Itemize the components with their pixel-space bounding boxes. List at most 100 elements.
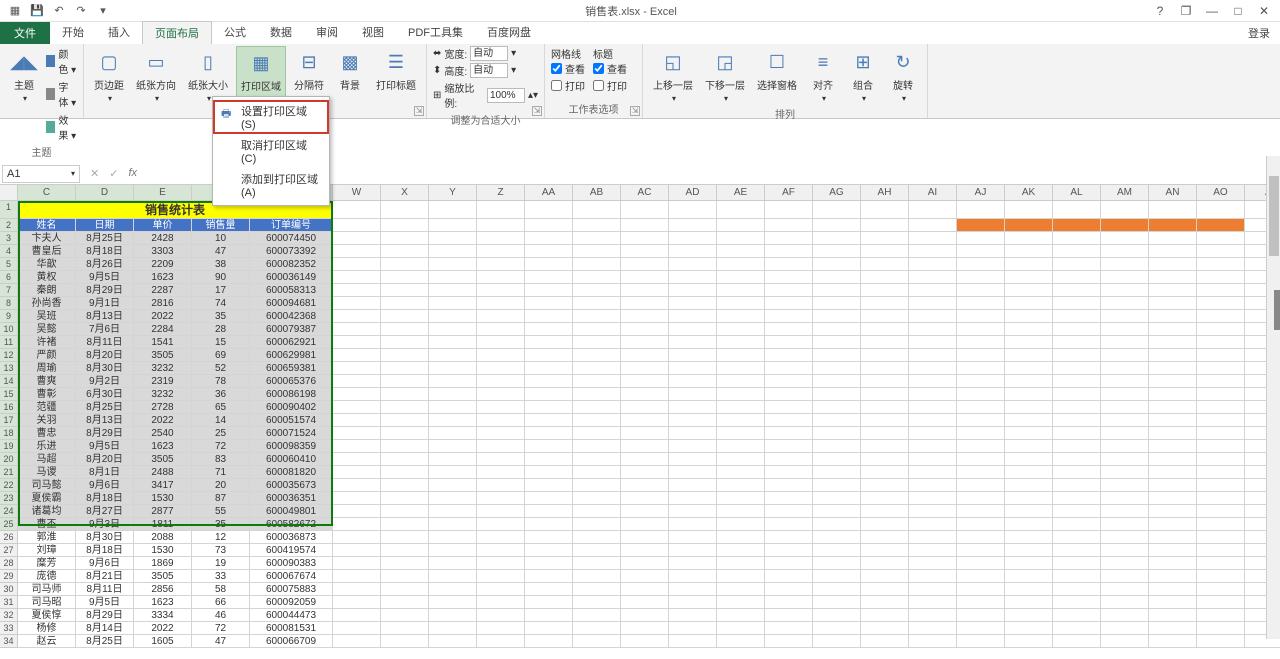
cell[interactable]	[1197, 271, 1245, 284]
cell[interactable]: 8月25日	[76, 232, 134, 245]
cell[interactable]	[573, 635, 621, 648]
cell[interactable]	[1149, 453, 1197, 466]
cell[interactable]	[1053, 635, 1101, 648]
cell[interactable]	[381, 531, 429, 544]
cell[interactable]	[525, 466, 573, 479]
col-AO[interactable]: AO	[1197, 185, 1245, 200]
cell[interactable]	[381, 622, 429, 635]
cell[interactable]	[477, 427, 525, 440]
cell[interactable]	[813, 518, 861, 531]
cell[interactable]	[525, 297, 573, 310]
background-button[interactable]: ▩背景	[332, 46, 368, 94]
cell[interactable]: 关羽	[18, 414, 76, 427]
cell[interactable]: 72	[192, 622, 250, 635]
cell[interactable]	[1005, 375, 1053, 388]
cell[interactable]	[909, 635, 957, 648]
cell[interactable]	[957, 201, 1005, 219]
cell[interactable]	[381, 505, 429, 518]
cell[interactable]	[669, 570, 717, 583]
cell[interactable]	[333, 518, 381, 531]
cell[interactable]	[477, 583, 525, 596]
cell[interactable]	[1005, 531, 1053, 544]
cell[interactable]: 9月5日	[76, 596, 134, 609]
cell[interactable]	[525, 414, 573, 427]
cell[interactable]	[813, 557, 861, 570]
theme-color-button[interactable]: 颜色 ▾	[46, 46, 77, 76]
cell[interactable]	[525, 201, 573, 219]
cell[interactable]: 曹彰	[18, 388, 76, 401]
height-select[interactable]: 自动	[470, 63, 508, 78]
cell[interactable]	[333, 284, 381, 297]
cell[interactable]	[861, 323, 909, 336]
cell[interactable]	[1005, 258, 1053, 271]
cell[interactable]	[1149, 492, 1197, 505]
cell[interactable]	[717, 349, 765, 362]
cell[interactable]: 55	[192, 505, 250, 518]
row-header[interactable]: 4	[0, 245, 18, 258]
cell[interactable]	[1197, 531, 1245, 544]
cell[interactable]	[621, 297, 669, 310]
cell[interactable]: 夏侯惇	[18, 609, 76, 622]
cell[interactable]	[525, 622, 573, 635]
cell[interactable]: 司马昭	[18, 596, 76, 609]
cell[interactable]	[957, 440, 1005, 453]
cell[interactable]	[525, 375, 573, 388]
cell[interactable]	[861, 401, 909, 414]
cell[interactable]	[1101, 414, 1149, 427]
cell[interactable]	[477, 453, 525, 466]
cell[interactable]	[1149, 479, 1197, 492]
cell[interactable]	[765, 466, 813, 479]
cell[interactable]	[717, 583, 765, 596]
cell[interactable]	[1149, 284, 1197, 297]
theme-font-button[interactable]: 字体 ▾	[46, 79, 77, 109]
cell[interactable]	[381, 518, 429, 531]
cell[interactable]: 8月13日	[76, 414, 134, 427]
cell[interactable]	[1005, 570, 1053, 583]
cell[interactable]	[333, 635, 381, 648]
cell[interactable]: 73	[192, 544, 250, 557]
cell[interactable]	[717, 635, 765, 648]
cell[interactable]	[1053, 414, 1101, 427]
cell[interactable]	[381, 245, 429, 258]
row-header[interactable]: 27	[0, 544, 18, 557]
cell[interactable]	[957, 622, 1005, 635]
cell[interactable]	[333, 544, 381, 557]
cell[interactable]	[1149, 635, 1197, 648]
cell[interactable]	[429, 310, 477, 323]
cell[interactable]	[957, 414, 1005, 427]
cell[interactable]	[1101, 201, 1149, 219]
cell[interactable]	[525, 544, 573, 557]
cell[interactable]	[429, 479, 477, 492]
cell[interactable]	[765, 479, 813, 492]
cell[interactable]	[1101, 453, 1149, 466]
cell[interactable]	[1053, 570, 1101, 583]
cell[interactable]	[1005, 401, 1053, 414]
cell[interactable]: 1530	[134, 544, 192, 557]
cell[interactable]	[765, 453, 813, 466]
cell[interactable]: 夏侯霸	[18, 492, 76, 505]
cell[interactable]: 600051574	[250, 414, 333, 427]
cell[interactable]	[1053, 375, 1101, 388]
cell[interactable]: 15	[192, 336, 250, 349]
cell[interactable]	[381, 570, 429, 583]
cell[interactable]	[1005, 388, 1053, 401]
cell[interactable]	[717, 375, 765, 388]
orientation-button[interactable]: ▭纸张方向	[132, 46, 180, 106]
scale-launcher[interactable]: ⇲	[532, 106, 542, 116]
cell[interactable]	[669, 388, 717, 401]
cell[interactable]: 单价	[134, 219, 192, 232]
row-header[interactable]: 28	[0, 557, 18, 570]
cell[interactable]	[1053, 466, 1101, 479]
row-header[interactable]: 19	[0, 440, 18, 453]
cell[interactable]	[765, 570, 813, 583]
cell[interactable]	[1101, 622, 1149, 635]
cell[interactable]	[765, 336, 813, 349]
cell[interactable]	[1197, 349, 1245, 362]
cell[interactable]: 2209	[134, 258, 192, 271]
cell[interactable]	[573, 336, 621, 349]
cell[interactable]	[333, 336, 381, 349]
cell[interactable]	[1005, 609, 1053, 622]
cell[interactable]	[717, 453, 765, 466]
cell[interactable]	[525, 518, 573, 531]
cell[interactable]: 8月29日	[76, 609, 134, 622]
